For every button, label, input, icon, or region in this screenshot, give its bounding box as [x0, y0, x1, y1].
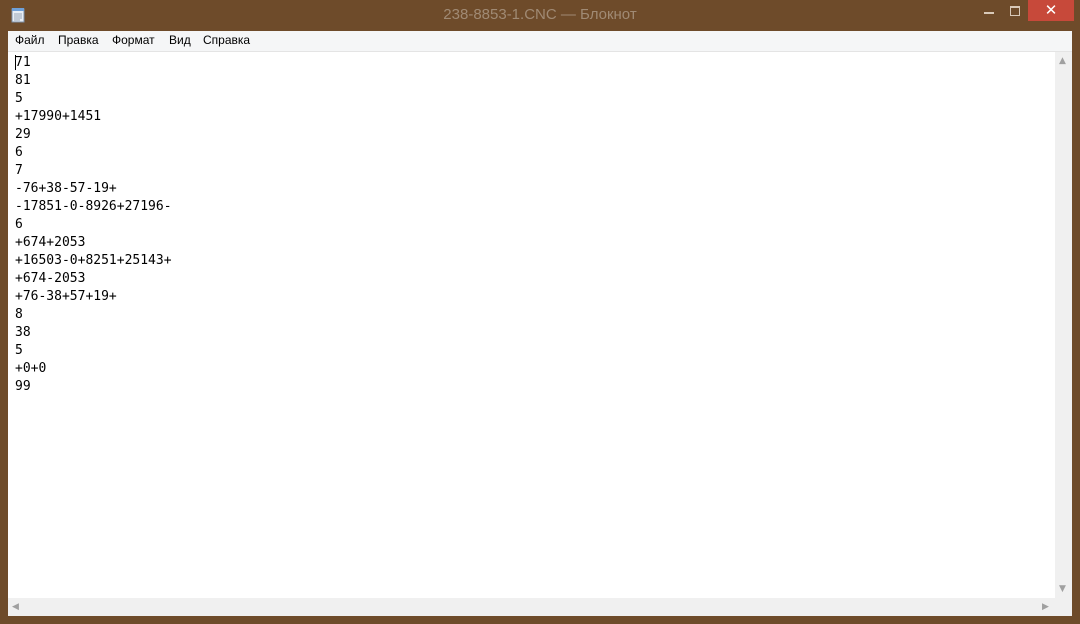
vertical-scrollbar[interactable]: ▲ ▼ [1055, 52, 1072, 598]
scroll-up-icon[interactable]: ▲ [1059, 56, 1066, 66]
menu-bar: Файл Правка Формат Вид Справка [8, 31, 1072, 52]
close-icon: ✕ [1044, 2, 1058, 19]
maximize-button[interactable] [1002, 0, 1028, 21]
scroll-left-icon[interactable]: ◀ [12, 602, 19, 612]
scroll-right-icon[interactable]: ▶ [1042, 602, 1049, 612]
text-line: 5 [15, 343, 23, 358]
maximize-icon [1010, 6, 1020, 16]
text-line: +16503-0+8251+25143+ [15, 253, 172, 268]
text-line: 71 [15, 55, 31, 70]
text-line: 5 [15, 91, 23, 106]
scrollbar-corner [1055, 598, 1072, 616]
text-line: 38 [15, 325, 31, 340]
menu-help[interactable]: Справка [203, 33, 250, 47]
text-line: +674-2053 [15, 271, 86, 286]
text-line: +674+2053 [15, 235, 86, 250]
text-area[interactable]: 71 81 5 +17990+1451 29 6 7 -76+38-57-19+… [8, 52, 1055, 598]
text-line: -76+38-57-19+ [15, 181, 117, 196]
text-line: +76-38+57+19+ [15, 289, 117, 304]
text-line: 6 [15, 217, 23, 232]
horizontal-scrollbar[interactable]: ◀ ▶ [8, 598, 1055, 616]
menu-format[interactable]: Формат [112, 33, 155, 47]
title-bar[interactable]: 238-8853-1.CNC — Блокнот ✕ [0, 0, 1080, 31]
text-line: 81 [15, 73, 31, 88]
text-line: +0+0 [15, 361, 47, 376]
minimize-icon [984, 12, 994, 14]
text-line: 29 [15, 127, 31, 142]
menu-edit[interactable]: Правка [58, 33, 99, 47]
text-line: 99 [15, 379, 31, 394]
window-title: 238-8853-1.CNC — Блокнот [443, 6, 637, 23]
text-line: +17990+1451 [15, 109, 102, 124]
text-line: 6 [15, 145, 23, 160]
editor: 71 81 5 +17990+1451 29 6 7 -76+38-57-19+… [8, 52, 1072, 616]
text-line: -17851-0-8926+27196- [15, 199, 172, 214]
menu-file[interactable]: Файл [15, 33, 45, 47]
text-line: 8 [15, 307, 23, 322]
close-button[interactable]: ✕ [1028, 0, 1074, 21]
notepad-window: 238-8853-1.CNC — Блокнот ✕ Файл Правка Ф… [0, 0, 1080, 624]
scroll-down-icon[interactable]: ▼ [1059, 584, 1066, 594]
menu-view[interactable]: Вид [169, 33, 191, 47]
text-line: 7 [15, 163, 23, 178]
minimize-button[interactable] [976, 0, 1002, 21]
